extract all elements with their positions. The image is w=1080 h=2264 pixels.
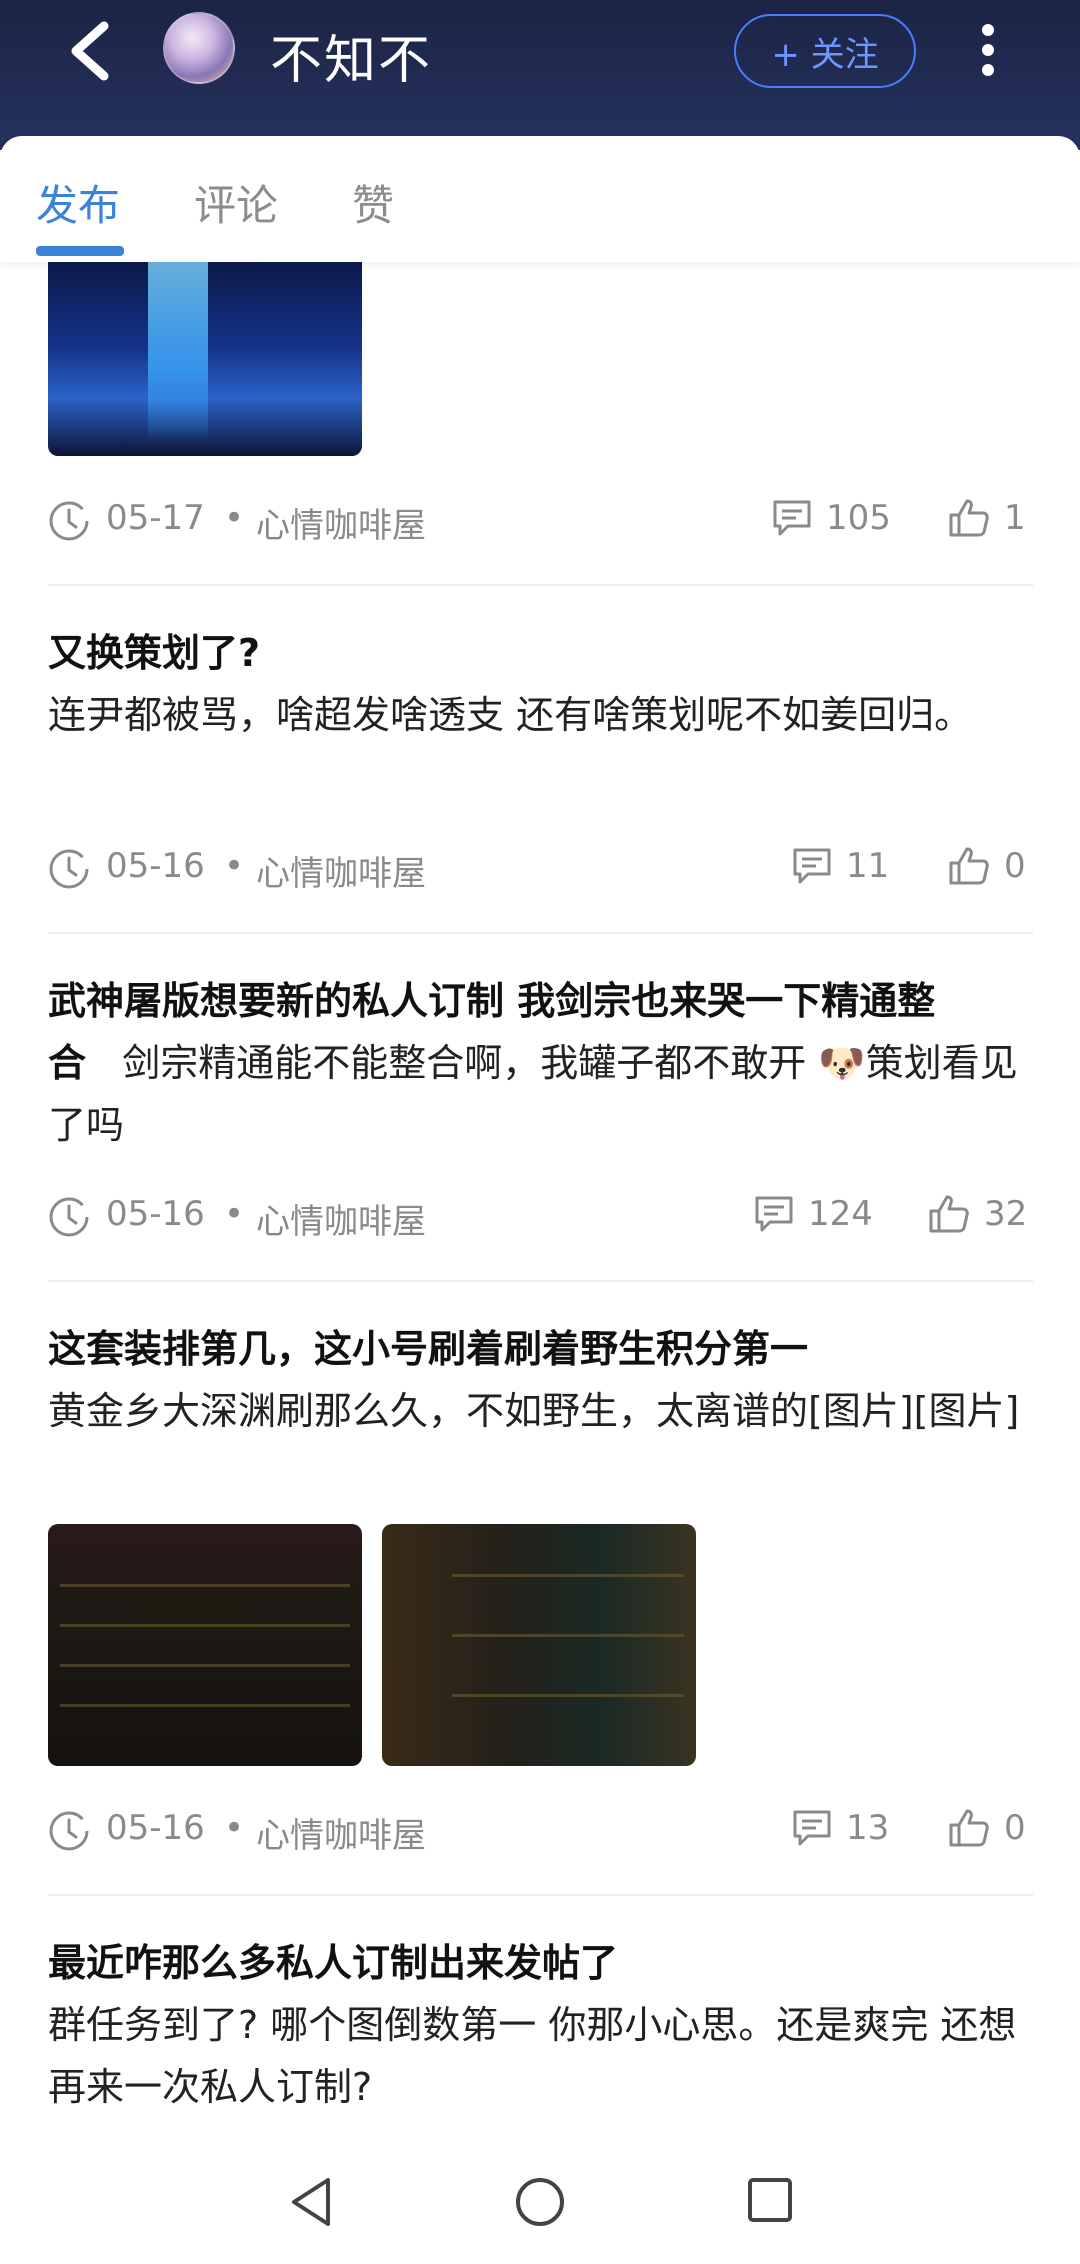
tab-likes[interactable]: 赞	[352, 172, 394, 233]
nav-recent-apps-icon[interactable]	[746, 2176, 794, 2224]
post-date: 05-16	[106, 1194, 205, 1234]
divider	[48, 932, 1033, 934]
post-source[interactable]: 心情咖啡屋	[256, 1808, 426, 1857]
like-count-value: 32	[984, 1194, 1028, 1234]
back-button[interactable]	[60, 18, 120, 84]
nav-home-icon[interactable]	[514, 2176, 566, 2228]
separator-dot: •	[224, 846, 245, 886]
nav-back-icon[interactable]	[288, 2176, 338, 2228]
like-count-value: 0	[1004, 1808, 1026, 1848]
thumbs-up-icon	[949, 847, 989, 885]
like-count-value: 0	[1004, 846, 1026, 886]
post-body: 连尹都被骂，啥超发啥透支 还有啥策划呢不如姜回归。	[48, 693, 973, 737]
post-source[interactable]: 心情咖啡屋	[256, 1194, 426, 1243]
comment-count[interactable]: 13	[792, 1808, 889, 1848]
image-detail	[60, 1624, 350, 1627]
post-meta: 05-16 • 心情咖啡屋 124 32	[48, 1186, 1033, 1246]
like-count[interactable]: 1	[948, 498, 1026, 538]
post-text: 武神屠版想要新的私人订制 我剑宗也来哭一下精通整合 剑宗精通能不能整合啊，我罐子…	[48, 970, 1033, 1156]
comment-count[interactable]: 105	[772, 498, 891, 538]
separator-dot: •	[224, 1808, 245, 1848]
thumbs-up-icon	[929, 1195, 969, 1233]
divider	[48, 1280, 1033, 1282]
post-title: 又换策划了?	[48, 631, 261, 675]
comment-count-value: 124	[808, 1194, 873, 1234]
profile-header: 不知不 + 关注	[0, 0, 1080, 150]
post-image[interactable]	[382, 1524, 696, 1766]
image-detail	[60, 1704, 350, 1707]
post-date: 05-16	[106, 1808, 205, 1848]
active-tab-indicator	[36, 246, 124, 256]
image-detail	[452, 1634, 684, 1637]
more-dot-icon	[982, 44, 994, 56]
tab-comments[interactable]: 评论	[194, 172, 278, 233]
post-item[interactable]: 武神屠版想要新的私人订制 我剑宗也来哭一下精通整合 剑宗精通能不能整合啊，我罐子…	[48, 970, 1033, 1156]
comment-count[interactable]: 11	[792, 846, 889, 886]
more-dot-icon	[982, 24, 994, 36]
user-name: 不知不	[270, 31, 433, 91]
image-detail	[60, 1584, 350, 1587]
post-body: 剑宗精通能不能整合啊，我罐子都不敢开 🐶策划看见了吗	[48, 1041, 1018, 1147]
tab-bar: 发布 评论 赞	[0, 136, 1080, 262]
system-nav-bar	[0, 2140, 1080, 2264]
post-image[interactable]	[48, 1524, 362, 1766]
thumbs-up-icon	[949, 499, 989, 537]
clock-icon	[49, 1811, 89, 1851]
like-count-value: 1	[1004, 498, 1026, 538]
like-count[interactable]: 32	[928, 1194, 1027, 1234]
comment-icon	[755, 1196, 793, 1232]
tab-posts[interactable]: 发布	[36, 172, 120, 233]
post-source[interactable]: 心情咖啡屋	[256, 498, 426, 547]
separator-dot: •	[224, 498, 245, 538]
post-body: 黄金乡大深渊刷那么久，不如野生，太离谱的[图片][图片]	[48, 1389, 1020, 1433]
like-count[interactable]: 0	[948, 846, 1026, 886]
post-meta: 05-17 • 心情咖啡屋 105 1	[48, 490, 1033, 550]
more-options-button[interactable]	[968, 18, 1008, 82]
avatar[interactable]	[163, 12, 235, 84]
thumbs-up-icon	[949, 1809, 989, 1847]
clock-icon	[49, 501, 89, 541]
post-item[interactable]: 又换策划了? 连尹都被骂，啥超发啥透支 还有啥策划呢不如姜回归。	[48, 622, 1033, 746]
post-title: 最近咋那么多私人订制出来发帖了	[48, 1941, 619, 1985]
divider	[48, 584, 1033, 586]
post-date: 05-16	[106, 846, 205, 886]
post-title: 这套装排第几，这小号刷着刷着野生积分第一	[48, 1327, 809, 1371]
post-date: 05-17	[106, 498, 205, 538]
comment-icon	[793, 848, 831, 884]
divider	[48, 1894, 1033, 1896]
image-detail	[452, 1574, 684, 1577]
comment-icon	[793, 1810, 831, 1846]
post-item[interactable]: 最近咋那么多私人订制出来发帖了 群任务到了? 哪个图倒数第一 你那小心思。还是爽…	[48, 1932, 1033, 2118]
follow-button[interactable]: + 关注	[734, 14, 916, 88]
post-image[interactable]	[48, 262, 362, 456]
comment-icon	[773, 500, 811, 536]
post-meta: 05-16 • 心情咖啡屋 11 0	[48, 838, 1033, 898]
image-detail	[60, 1664, 350, 1667]
image-detail	[452, 1694, 684, 1697]
like-count[interactable]: 0	[948, 1808, 1026, 1848]
more-dot-icon	[982, 64, 994, 76]
clock-icon	[49, 849, 89, 889]
comment-count-value: 11	[846, 846, 890, 886]
comment-count[interactable]: 124	[754, 1194, 873, 1234]
post-item[interactable]: 这套装排第几，这小号刷着刷着野生积分第一 黄金乡大深渊刷那么久，不如野生，太离谱…	[48, 1318, 1033, 1442]
post-source[interactable]: 心情咖啡屋	[256, 846, 426, 895]
post-body: 群任务到了? 哪个图倒数第一 你那小心思。还是爽完 还想再来一次私人订制?	[48, 2003, 1017, 2109]
chevron-left-icon	[71, 21, 109, 81]
comment-count-value: 13	[846, 1808, 890, 1848]
clock-icon	[49, 1197, 89, 1237]
post-meta: 05-16 • 心情咖啡屋 13 0	[48, 1800, 1033, 1860]
comment-count-value: 105	[826, 498, 891, 538]
separator-dot: •	[224, 1194, 245, 1234]
